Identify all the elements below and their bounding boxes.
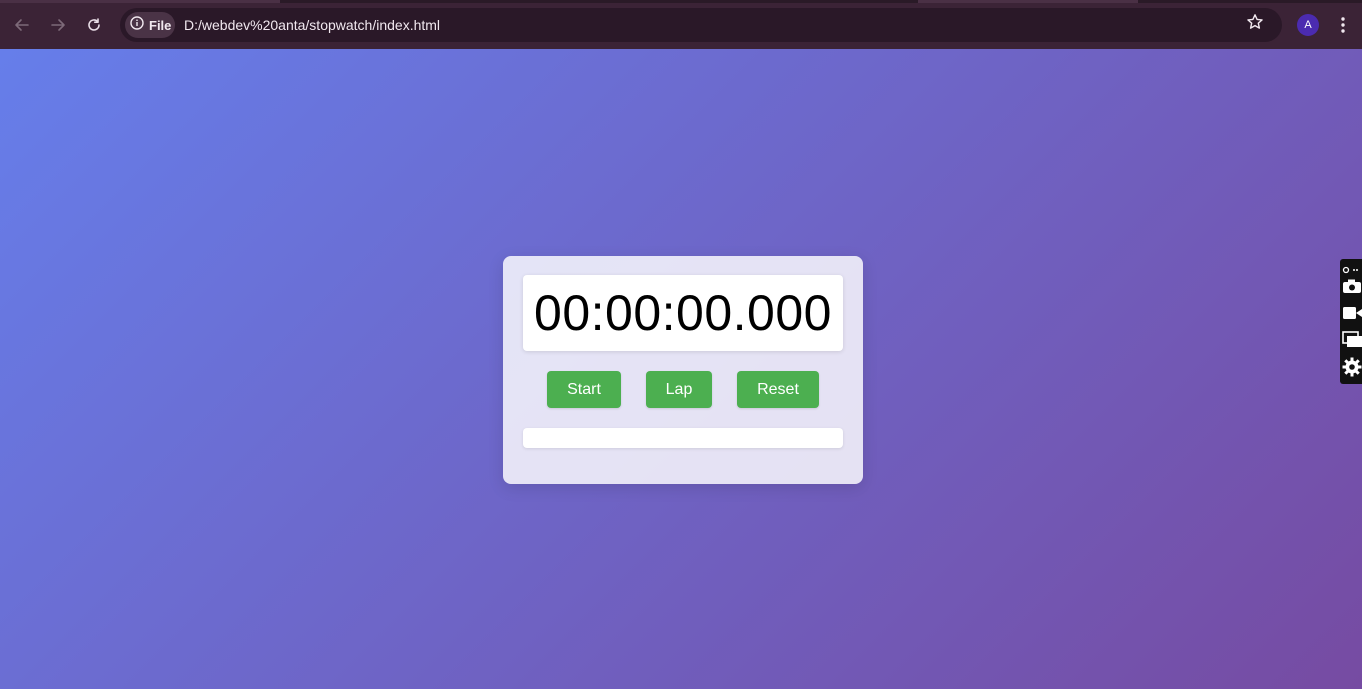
time-display: 00:00:00.000 [523, 275, 843, 351]
info-icon [130, 15, 144, 35]
reload-icon [86, 17, 102, 33]
camera-icon[interactable] [1342, 278, 1362, 299]
bookmark-button[interactable] [1246, 13, 1264, 36]
stopwatch-card: 00:00:00.000 Start Lap Reset [503, 256, 863, 484]
time-readout: 00:00:00.000 [534, 285, 832, 341]
forward-button[interactable] [44, 11, 72, 39]
laps-list [523, 428, 843, 448]
profile-avatar[interactable]: A [1297, 14, 1319, 36]
site-info-chip[interactable]: File [125, 12, 175, 38]
start-button[interactable]: Start [547, 371, 621, 408]
url-text[interactable]: D:/webdev%20anta/stopwatch/index.html [184, 17, 440, 33]
gear-icon[interactable] [1342, 357, 1362, 382]
back-button[interactable] [8, 11, 36, 39]
kebab-menu-icon [1334, 17, 1352, 40]
back-arrow-icon [14, 17, 30, 33]
lap-button[interactable]: Lap [646, 371, 712, 408]
page-background: 00:00:00.000 Start Lap Reset [0, 49, 1362, 689]
browser-toolbar: File D:/webdev%20anta/stopwatch/index.ht… [0, 0, 1362, 49]
address-bar[interactable]: File D:/webdev%20anta/stopwatch/index.ht… [120, 8, 1282, 42]
video-icon[interactable] [1342, 305, 1362, 326]
screen-capture-toolbar [1340, 259, 1362, 384]
reset-button[interactable]: Reset [737, 371, 819, 408]
reload-button[interactable] [80, 11, 108, 39]
star-icon [1246, 14, 1264, 35]
file-chip-label: File [149, 17, 172, 33]
forward-arrow-icon [50, 17, 66, 33]
browser-menu-button[interactable] [1334, 14, 1352, 36]
tab-strip [0, 0, 1362, 3]
window-icon[interactable] [1342, 331, 1362, 354]
